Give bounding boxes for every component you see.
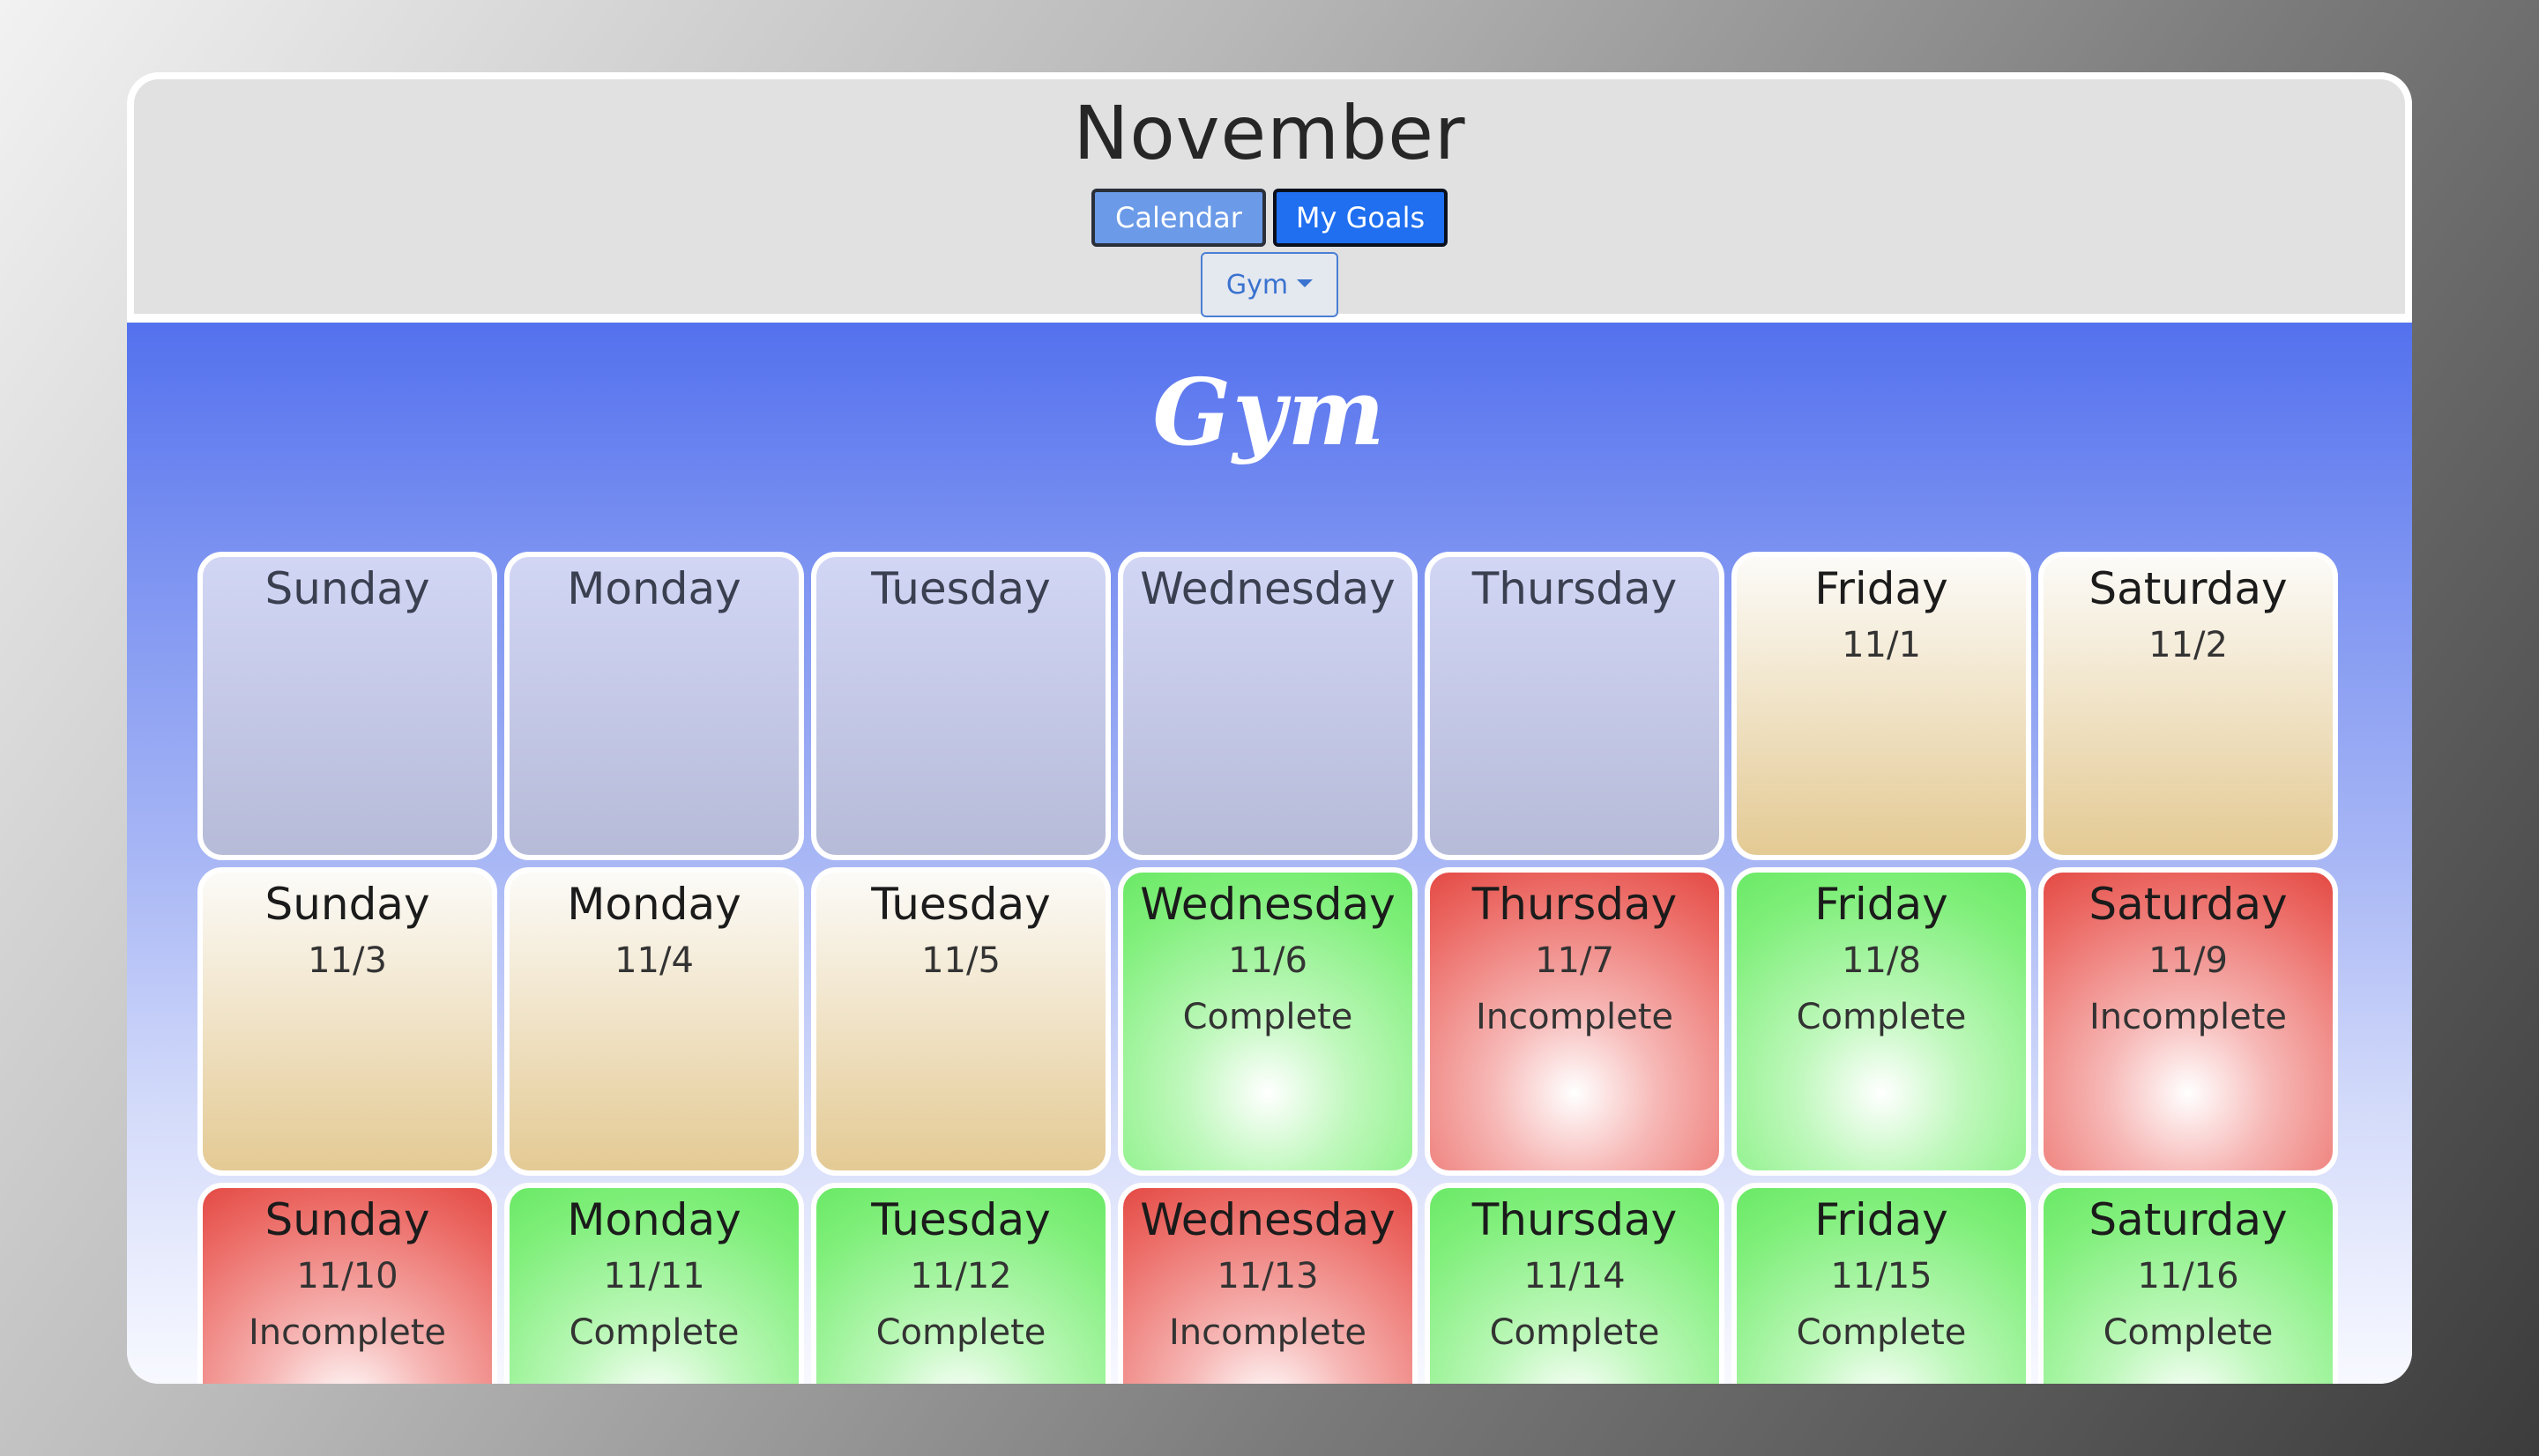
day-date: 11/13 (1217, 1256, 1319, 1296)
day-name: Monday (567, 879, 741, 930)
day-cell[interactable]: Thursday (1425, 552, 1724, 860)
day-date: 11/3 (308, 940, 387, 981)
day-name: Monday (567, 563, 741, 614)
day-name: Wednesday (1140, 1194, 1396, 1245)
day-date: 11/1 (1842, 625, 1921, 665)
day-cell[interactable]: Saturday 11/9 Incomplete (2038, 867, 2338, 1176)
day-name: Sunday (264, 879, 430, 930)
day-cell[interactable]: Wednesday 11/6 Complete (1118, 867, 1418, 1176)
day-cell[interactable]: Friday 11/15 Complete (1731, 1183, 2031, 1384)
day-cell[interactable]: Friday 11/1 (1731, 552, 2031, 860)
day-cell[interactable]: Thursday 11/14 Complete (1425, 1183, 1724, 1384)
day-name: Monday (567, 1194, 741, 1245)
day-date: 11/4 (614, 940, 694, 981)
day-name: Wednesday (1140, 879, 1396, 930)
calendar-grid: Sunday Monday Tuesday Wednesday Thursday Frid… (197, 552, 2342, 1384)
day-name: Thursday (1471, 1194, 1678, 1245)
day-cell[interactable]: Saturday 11/2 (2038, 552, 2338, 860)
day-status: Complete (1182, 997, 1353, 1037)
day-date: 11/10 (296, 1256, 398, 1296)
day-name: Saturday (2089, 879, 2288, 930)
day-cell[interactable]: Wednesday 11/13 Incomplete (1118, 1183, 1418, 1384)
day-cell[interactable]: Monday 11/11 Complete (504, 1183, 804, 1384)
day-name: Tuesday (871, 563, 1051, 614)
caret-down-icon (1297, 279, 1314, 287)
day-status: Complete (569, 1312, 740, 1353)
goal-title: Gym (1152, 358, 1387, 466)
day-status: Incomplete (1476, 997, 1673, 1037)
day-date: 11/9 (2148, 940, 2228, 981)
day-name: Sunday (264, 563, 430, 614)
day-status: Complete (1796, 997, 1967, 1037)
my-goals-button[interactable]: My Goals (1273, 189, 1448, 247)
day-date: 11/16 (2137, 1256, 2239, 1296)
day-name: Saturday (2089, 563, 2288, 614)
day-cell[interactable]: Saturday 11/16 Complete (2038, 1183, 2338, 1384)
goal-calendar-panel: Gym Sunday Monday Tuesday Wednesday Thursday… (127, 323, 2412, 1384)
app-window: November Calendar My Goals Gym Gym Sunda… (127, 72, 2412, 1384)
day-date: 11/8 (1842, 940, 1921, 981)
day-date: 11/15 (1830, 1256, 1932, 1296)
day-cell[interactable]: Sunday (197, 552, 497, 860)
day-date: 11/5 (921, 940, 1001, 981)
day-name: Saturday (2089, 1194, 2288, 1245)
day-name: Thursday (1471, 879, 1678, 930)
day-cell[interactable]: Monday 11/4 (504, 867, 804, 1176)
day-status: Complete (875, 1312, 1046, 1353)
nav-buttons: Calendar My Goals (134, 189, 2405, 247)
day-name: Tuesday (871, 1194, 1051, 1245)
day-cell[interactable]: Wednesday (1118, 552, 1418, 860)
day-status: Incomplete (249, 1312, 446, 1353)
day-cell[interactable]: Monday (504, 552, 804, 860)
day-cell[interactable]: Thursday 11/7 Incomplete (1425, 867, 1724, 1176)
goal-dropdown[interactable]: Gym (1201, 252, 1338, 317)
goal-dropdown-label: Gym (1225, 269, 1289, 301)
day-name: Wednesday (1140, 563, 1396, 614)
day-date: 11/6 (1228, 940, 1307, 981)
day-cell[interactable]: Friday 11/8 Complete (1731, 867, 2031, 1176)
day-cell[interactable]: Tuesday (811, 552, 1111, 860)
day-name: Sunday (264, 1194, 430, 1245)
day-date: 11/2 (2148, 625, 2228, 665)
day-status: Complete (2103, 1312, 2274, 1353)
day-date: 11/12 (910, 1256, 1012, 1296)
day-cell[interactable]: Sunday 11/3 (197, 867, 497, 1176)
day-name: Thursday (1471, 563, 1678, 614)
day-name: Tuesday (871, 879, 1051, 930)
day-date: 11/14 (1523, 1256, 1626, 1296)
day-status: Complete (1489, 1312, 1660, 1353)
day-name: Friday (1814, 879, 1948, 930)
header: November Calendar My Goals Gym (127, 72, 2412, 323)
day-date: 11/11 (603, 1256, 705, 1296)
day-status: Incomplete (1169, 1312, 1366, 1353)
day-date: 11/7 (1535, 940, 1614, 981)
day-cell[interactable]: Tuesday 11/12 Complete (811, 1183, 1111, 1384)
day-status: Incomplete (2089, 997, 2287, 1037)
month-title: November (1073, 90, 1466, 176)
day-cell[interactable]: Sunday 11/10 Incomplete (197, 1183, 497, 1384)
day-name: Friday (1814, 1194, 1948, 1245)
day-status: Complete (1796, 1312, 1967, 1353)
calendar-button[interactable]: Calendar (1091, 189, 1266, 247)
day-cell[interactable]: Tuesday 11/5 (811, 867, 1111, 1176)
day-name: Friday (1814, 563, 1948, 614)
